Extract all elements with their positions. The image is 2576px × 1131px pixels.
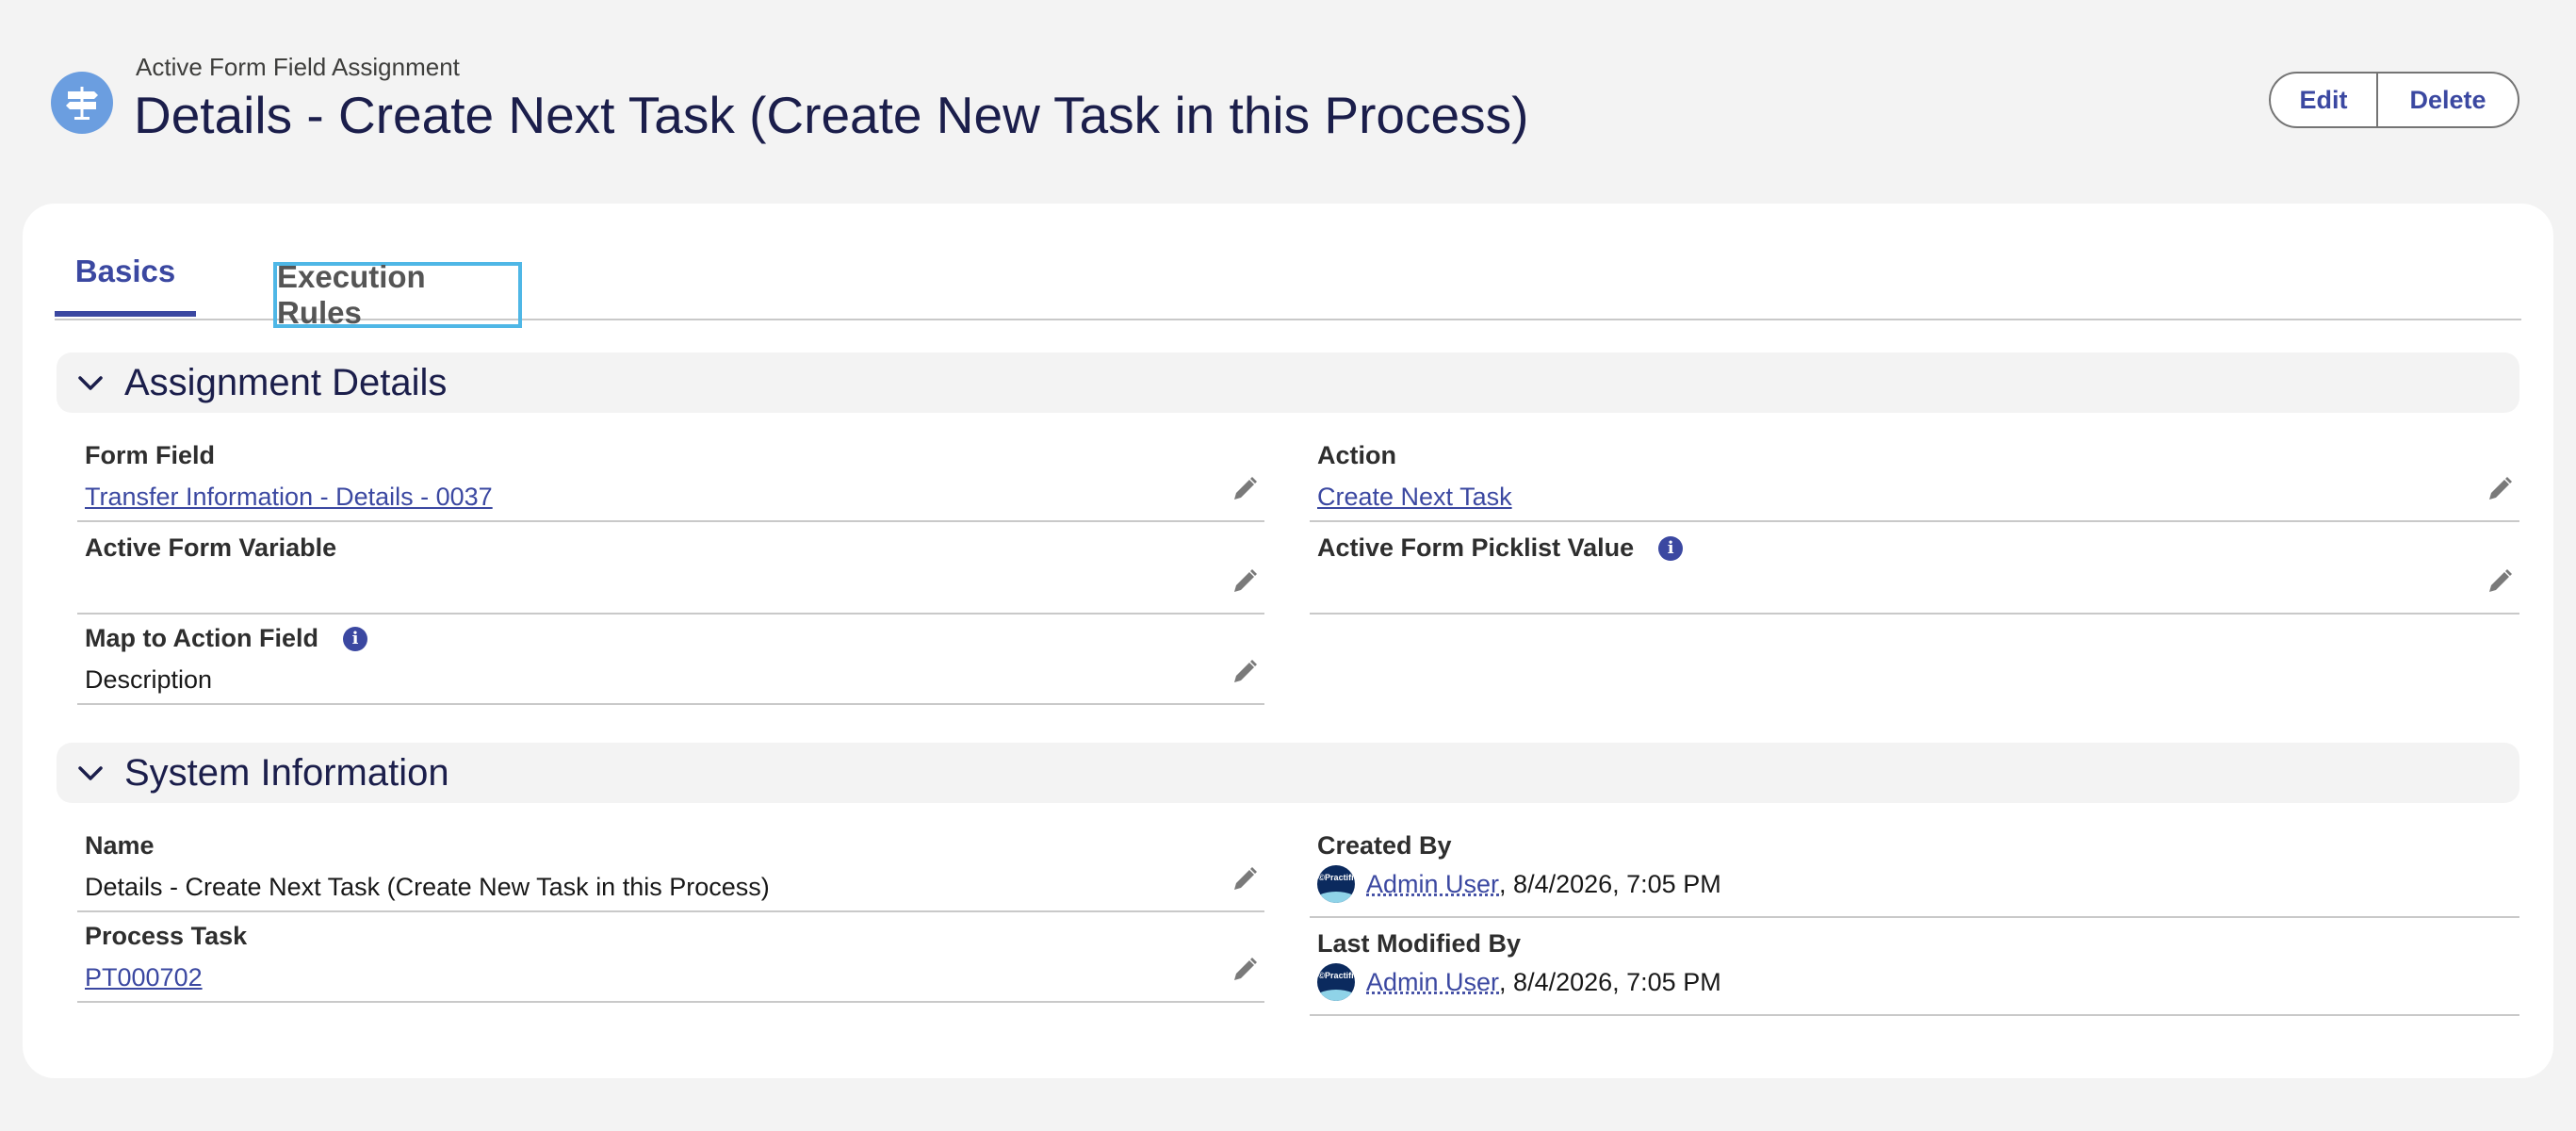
user-link[interactable]: Admin User: [1366, 968, 1499, 997]
page-header: Active Form Field Assignment Details - C…: [51, 53, 2519, 156]
action-button-group: Edit Delete: [2269, 72, 2519, 128]
avatar: ©Practifi: [1317, 963, 1355, 1001]
field-active-form-picklist-value: Active Form Picklist Value i: [1310, 524, 2519, 615]
tab-execution-rules[interactable]: Execution Rules: [273, 259, 522, 330]
page-title: Details - Create Next Task (Create New T…: [134, 86, 1529, 144]
pencil-icon[interactable]: [1231, 865, 1259, 893]
field-created-by: Created By ©Practifi Admin User , 8/4/20…: [1310, 822, 2519, 918]
form-field-link[interactable]: Transfer Information - Details - 0037: [85, 483, 493, 512]
field-map-to-action-field: Map to Action Field i Description: [77, 615, 1264, 705]
tab-bar: Basics Execution Rules: [55, 232, 2521, 330]
object-type-label: Active Form Field Assignment: [136, 53, 460, 81]
field-label-wrap: Map to Action Field i: [85, 624, 367, 653]
field-active-form-variable: Active Form Variable: [77, 524, 1264, 615]
modified-date: , 8/4/2026, 7:05 PM: [1499, 967, 1721, 996]
created-date: , 8/4/2026, 7:05 PM: [1499, 869, 1721, 898]
pencil-icon[interactable]: [1231, 956, 1259, 984]
signpost-icon: [51, 72, 113, 134]
section-title: Assignment Details: [124, 361, 448, 403]
section-title: System Information: [124, 751, 449, 794]
field-label: Map to Action Field: [85, 624, 318, 652]
tab-basics[interactable]: Basics: [55, 232, 196, 317]
field-last-modified-by: Last Modified By ©Practifi Admin User , …: [1310, 920, 2519, 1016]
field-value: Details - Create Next Task (Create New T…: [85, 873, 770, 901]
process-task-link[interactable]: PT000702: [85, 963, 203, 992]
record-detail-card: Basics Execution Rules Assignment Detail…: [23, 204, 2553, 1078]
field-name: Name Details - Create Next Task (Create …: [77, 822, 1264, 912]
field-label: Name: [85, 831, 155, 860]
last-modified-by-user: ©Practifi Admin User , 8/4/2026, 7:05 PM: [1317, 963, 1721, 1001]
section-system-information[interactable]: System Information: [57, 743, 2519, 803]
created-by-user: ©Practifi Admin User , 8/4/2026, 7:05 PM: [1317, 865, 1721, 903]
pencil-icon[interactable]: [1231, 567, 1259, 596]
field-label-wrap: Active Form Picklist Value i: [1317, 533, 1684, 563]
section-assignment-details[interactable]: Assignment Details: [57, 352, 2519, 413]
pencil-icon[interactable]: [2486, 475, 2514, 503]
edit-button[interactable]: Edit: [2269, 72, 2378, 128]
field-label: Created By: [1317, 831, 1452, 860]
field-action: Action Create Next Task: [1310, 432, 2519, 522]
field-label: Last Modified By: [1317, 929, 1522, 958]
chevron-down-icon[interactable]: [73, 756, 107, 790]
pencil-icon[interactable]: [2486, 567, 2514, 596]
field-form-field: Form Field Transfer Information - Detail…: [77, 432, 1264, 522]
delete-button[interactable]: Delete: [2378, 72, 2519, 128]
chevron-down-icon[interactable]: [73, 366, 107, 400]
action-link[interactable]: Create Next Task: [1317, 483, 1512, 512]
field-label: Active Form Picklist Value: [1317, 533, 1635, 562]
info-icon[interactable]: i: [1658, 535, 1684, 561]
field-process-task: Process Task PT000702: [77, 912, 1264, 1003]
avatar: ©Practifi: [1317, 865, 1355, 903]
info-icon[interactable]: i: [342, 626, 367, 651]
field-label: Form Field: [85, 441, 216, 469]
field-label: Process Task: [85, 922, 248, 950]
pencil-icon[interactable]: [1231, 475, 1259, 503]
field-label: Active Form Variable: [85, 533, 337, 562]
field-value: Description: [85, 665, 213, 694]
user-link[interactable]: Admin User: [1366, 870, 1499, 899]
field-label: Action: [1317, 441, 1396, 469]
pencil-icon[interactable]: [1231, 658, 1259, 686]
